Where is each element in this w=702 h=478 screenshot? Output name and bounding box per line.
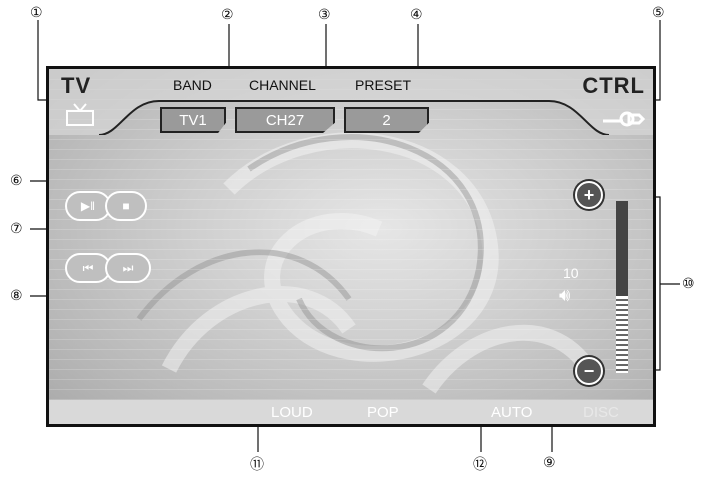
volume-down-button[interactable]: − — [575, 357, 603, 385]
stop-button[interactable]: ■ — [105, 191, 147, 221]
preset-field[interactable]: 2 — [344, 107, 429, 133]
wrench-icon[interactable] — [599, 107, 645, 129]
status-bar: LOUD POP AUTO DISC — [49, 400, 653, 424]
volume-bar[interactable] — [616, 201, 628, 373]
callout-8: ⑧ — [10, 287, 23, 303]
tv-logo: TV — [61, 73, 92, 98]
callout-11: ⑪ — [250, 456, 264, 472]
loud-indicator[interactable]: LOUD — [271, 404, 313, 421]
callout-7: ⑦ — [10, 220, 23, 236]
pop-indicator[interactable]: POP — [367, 404, 399, 421]
callout-3: ③ — [318, 6, 331, 22]
band-field[interactable]: TV1 — [160, 107, 226, 133]
disc-indicator[interactable]: DISC — [583, 404, 619, 421]
channel-field[interactable]: CH27 — [235, 107, 335, 133]
callout-6: ⑥ — [10, 172, 23, 188]
track-controls: ⏮ ⏭ — [65, 253, 151, 283]
callout-12: ⑫ — [473, 456, 487, 472]
volume-level — [616, 295, 628, 373]
preset-label: PRESET — [355, 77, 412, 93]
next-button[interactable]: ⏭ — [105, 253, 151, 283]
volume-up-button[interactable]: + — [575, 181, 603, 209]
auto-indicator[interactable]: AUTO — [491, 404, 532, 421]
stop-icon: ■ — [122, 199, 130, 213]
band-label: BAND — [173, 77, 212, 93]
volume-value: 10 — [563, 265, 579, 281]
speaker-icon: 🔊︎ — [559, 285, 571, 305]
play-pause-icon: ▶‖ — [80, 199, 96, 213]
tv-screen: TV BAND CHANNEL PRESET TV1 CH27 2 CTRL ▶… — [46, 66, 656, 427]
callout-5: ⑤ — [652, 4, 665, 20]
channel-label: CHANNEL — [249, 77, 316, 93]
skip-previous-icon: ⏮ — [82, 260, 94, 275]
ctrl-logo: CTRL — [582, 73, 645, 98]
playback-controls: ▶‖ ■ — [65, 191, 147, 221]
callout-1: ① — [30, 4, 43, 20]
callout-10: ⑩ — [682, 275, 695, 291]
callout-9: ⑨ — [543, 454, 556, 470]
callout-4: ④ — [410, 6, 423, 22]
skip-next-icon: ⏭ — [122, 260, 134, 275]
tv-icon[interactable] — [65, 103, 95, 127]
callout-2: ② — [221, 6, 234, 22]
